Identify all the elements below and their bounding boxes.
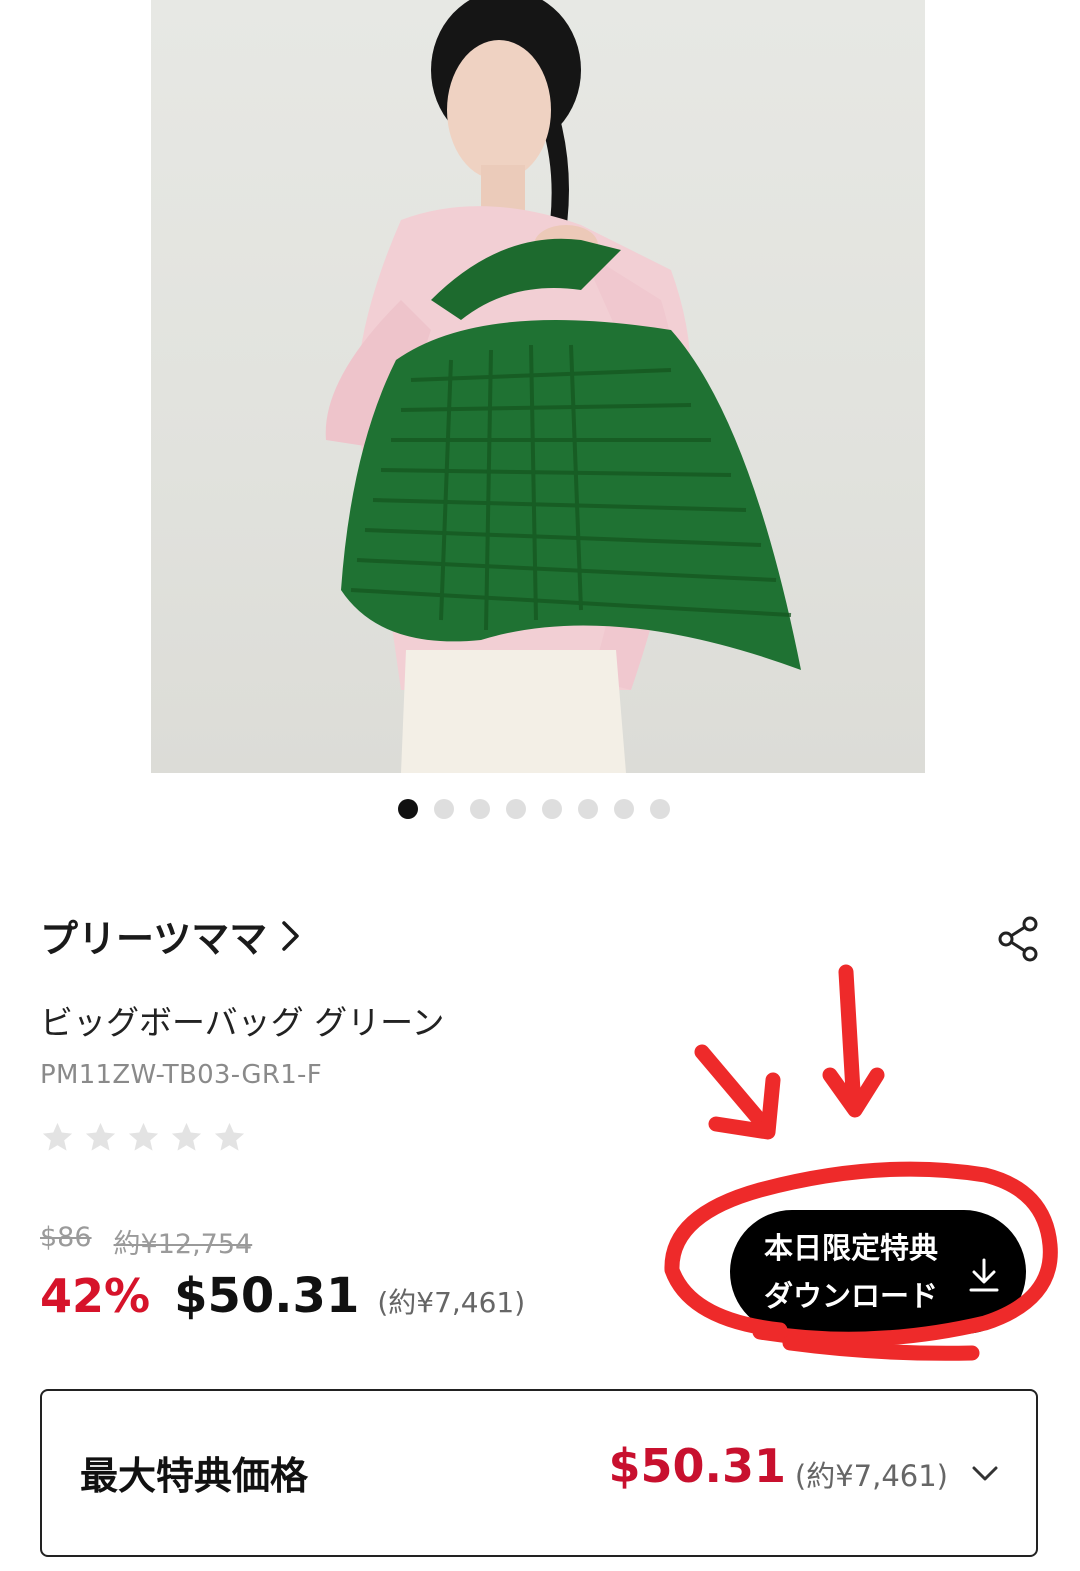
star-icon (171, 1122, 202, 1151)
carousel-dot[interactable] (614, 799, 634, 819)
original-price: $86 約¥12,754 (40, 1222, 252, 1261)
coupon-label-line2: ダウンロード (764, 1279, 939, 1313)
chevron-down-icon (972, 1466, 998, 1481)
best-price-label: 最大特典価格 (80, 1454, 309, 1498)
chevron-right-icon (282, 920, 299, 951)
star-icon (214, 1122, 245, 1151)
carousel-dot[interactable] (542, 799, 562, 819)
brand-link[interactable]: プリーツママ (40, 908, 303, 963)
product-title: ビッグボーバッグ グリーン (40, 1003, 445, 1042)
star-icon (128, 1122, 159, 1151)
carousel-dot[interactable] (578, 799, 598, 819)
sale-price-row: 42% $50.31 (約¥7,461) (40, 1268, 525, 1324)
sale-price: $50.31 (174, 1268, 360, 1324)
carousel-dots[interactable] (398, 799, 670, 819)
product-image[interactable] (151, 0, 925, 773)
sale-price-jpy: (約¥7,461) (377, 1286, 526, 1319)
best-price-value: $50.31 (608, 1439, 786, 1493)
carousel-dot[interactable] (506, 799, 526, 819)
carousel-dot[interactable] (398, 799, 418, 819)
best-price-accordion[interactable]: 最大特典価格 $50.31 (約¥7,461) (40, 1389, 1038, 1557)
brand-name: プリーツママ (40, 917, 268, 961)
coupon-label-line1: 本日限定特典 (764, 1231, 939, 1265)
carousel-dot[interactable] (650, 799, 670, 819)
star-icon (42, 1122, 73, 1151)
best-price-jpy: (約¥7,461) (794, 1459, 948, 1493)
download-icon (969, 1258, 999, 1292)
rating-stars (40, 1120, 247, 1155)
carousel-dot[interactable] (470, 799, 490, 819)
star-icon (85, 1122, 116, 1151)
product-sku: PM11ZW-TB03-GR1-F (40, 1060, 322, 1090)
share-icon[interactable] (994, 914, 1044, 964)
carousel-dot[interactable] (434, 799, 454, 819)
original-price-jpy: 約¥12,754 (113, 1229, 253, 1260)
original-price-usd: $86 (40, 1222, 92, 1253)
discount-rate: 42% (40, 1269, 151, 1323)
